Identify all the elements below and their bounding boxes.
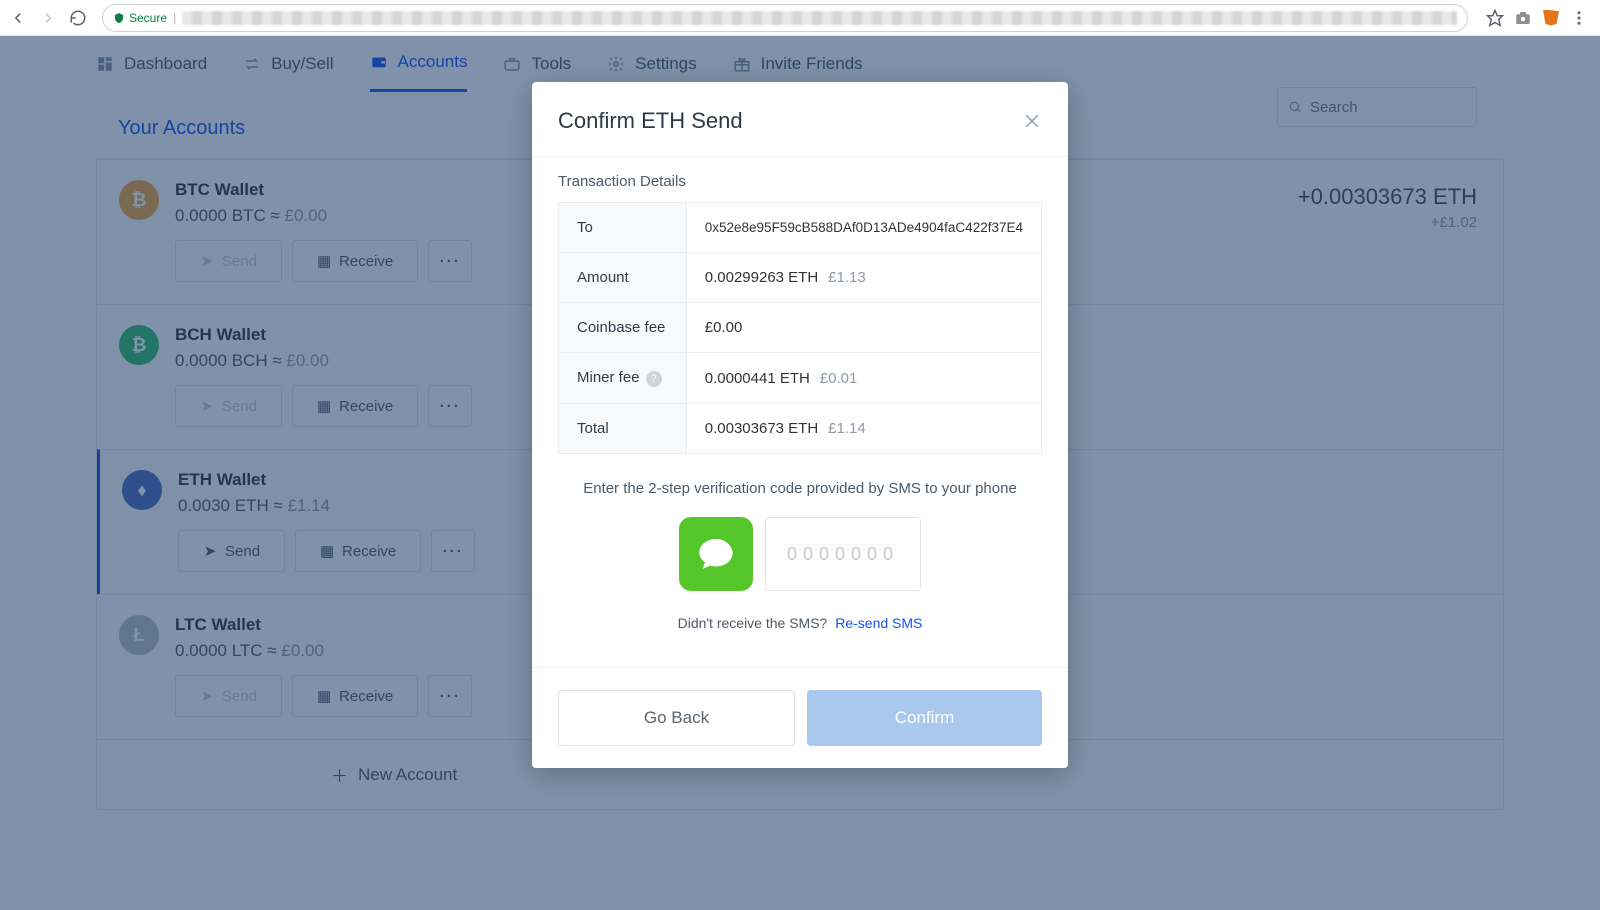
transaction-details-label: Transaction Details xyxy=(558,173,1042,190)
transaction-table: To 0x52e8e95F59cB588DAf0D13ADe4904faC422… xyxy=(558,202,1042,454)
total-label: Total xyxy=(559,404,687,454)
metamask-icon[interactable] xyxy=(1542,9,1560,27)
total-fiat: £1.14 xyxy=(828,420,866,437)
to-label: To xyxy=(559,203,687,253)
twofa-hint: Enter the 2-step verification code provi… xyxy=(566,480,1034,497)
address-bar[interactable]: Secure | xyxy=(102,4,1468,32)
resend-question: Didn't receive the SMS? xyxy=(678,615,828,631)
confirm-label: Confirm xyxy=(895,708,955,728)
forward-button[interactable] xyxy=(38,8,58,28)
close-icon[interactable] xyxy=(1022,111,1042,131)
amount-value: 0.00299263 ETH xyxy=(705,269,818,286)
modal-title: Confirm ETH Send xyxy=(558,108,743,134)
secure-indicator: Secure xyxy=(113,11,167,25)
app: Dashboard Buy/Sell Accounts Tools Settin… xyxy=(0,36,1600,910)
cbfee-value: £0.00 xyxy=(686,303,1041,353)
mfee-value: 0.0000441 ETH xyxy=(705,370,810,387)
confirm-button[interactable]: Confirm xyxy=(807,690,1042,746)
camera-icon[interactable] xyxy=(1514,9,1532,27)
star-icon[interactable] xyxy=(1486,9,1504,27)
twofa-code-input[interactable] xyxy=(765,517,921,591)
resend-link[interactable]: Re-send SMS xyxy=(835,615,922,631)
go-back-button[interactable]: Go Back xyxy=(558,690,795,746)
mfee-label: Miner fee xyxy=(577,369,640,386)
more-icon[interactable] xyxy=(1570,9,1588,27)
amount-fiat: £1.13 xyxy=(828,269,866,286)
reload-button[interactable] xyxy=(68,8,88,28)
secure-label: Secure xyxy=(129,11,167,25)
total-value: 0.00303673 ETH xyxy=(705,420,818,437)
sms-icon xyxy=(679,517,753,591)
back-button[interactable] xyxy=(8,8,28,28)
confirm-send-modal: Confirm ETH Send Transaction Details To … xyxy=(532,82,1068,768)
to-value: 0x52e8e95F59cB588DAf0D13ADe4904faC422f37… xyxy=(686,203,1041,253)
browser-chrome: Secure | xyxy=(0,0,1600,36)
url-obscured xyxy=(182,11,1457,25)
help-icon[interactable]: ? xyxy=(646,371,662,387)
cbfee-label: Coinbase fee xyxy=(559,303,687,353)
mfee-fiat: £0.01 xyxy=(820,370,858,387)
go-back-label: Go Back xyxy=(644,708,709,728)
amount-label: Amount xyxy=(559,253,687,303)
